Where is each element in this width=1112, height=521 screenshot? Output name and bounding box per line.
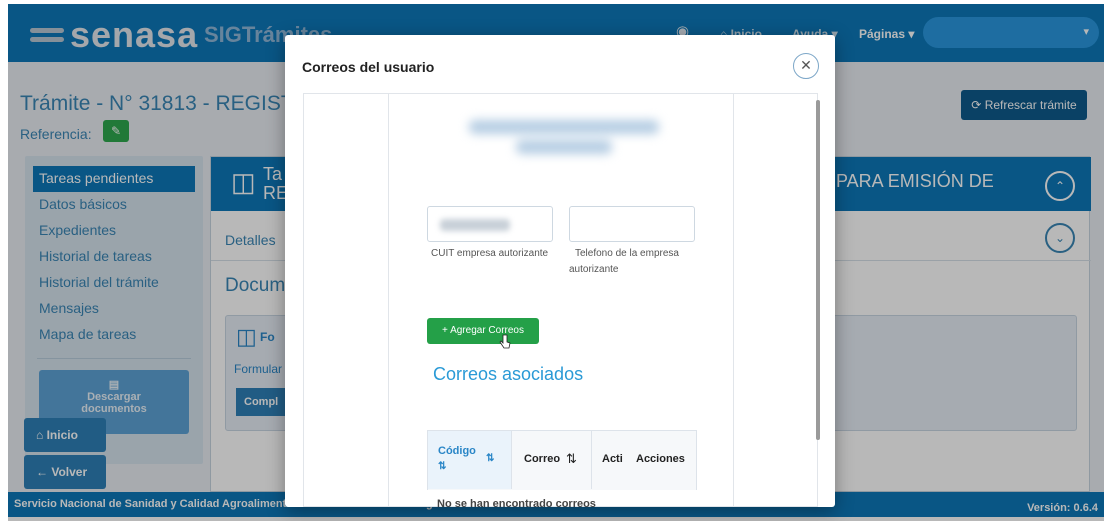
- table-empty-message: No se han encontrado correos: [437, 498, 596, 507]
- modal-scrollbar[interactable]: [816, 100, 820, 440]
- sort-asc-icon: ⇅: [438, 461, 447, 472]
- col-correo[interactable]: Correo ⇅: [512, 431, 592, 489]
- user-card: CUIT empresa autorizante Telefono de la …: [388, 94, 734, 507]
- col-codigo[interactable]: Código ⇅ ⇅: [428, 431, 512, 489]
- agregar-correos-button[interactable]: + Agregar Correos: [427, 318, 539, 344]
- close-modal-button[interactable]: ✕: [793, 53, 819, 79]
- modal-title: Correos del usuario: [302, 59, 435, 75]
- correos-modal: Correos del usuario ✕ CUIT empresa autor…: [285, 35, 835, 507]
- hand-cursor-icon: [499, 334, 511, 349]
- correos-table: Código ⇅ ⇅ Correo ⇅ Acti Acciones: [427, 430, 697, 490]
- sort-asc-icon: ⇅: [486, 453, 495, 464]
- cuit-value-redacted: [440, 219, 510, 231]
- sort-icon: ⇅: [566, 451, 577, 466]
- user-name-redacted: [459, 114, 669, 172]
- cuit-field[interactable]: [427, 206, 553, 242]
- col-acciones: Acti Acciones: [602, 453, 685, 465]
- close-icon: ✕: [800, 57, 812, 73]
- cuit-label: CUIT empresa autorizante: [431, 248, 549, 259]
- telefono-label: Telefono de la empresa autorizante: [569, 248, 679, 275]
- modal-body: CUIT empresa autorizante Telefono de la …: [303, 93, 820, 507]
- telefono-field[interactable]: [569, 206, 695, 242]
- correos-asociados-heading: Correos asociados: [433, 364, 584, 384]
